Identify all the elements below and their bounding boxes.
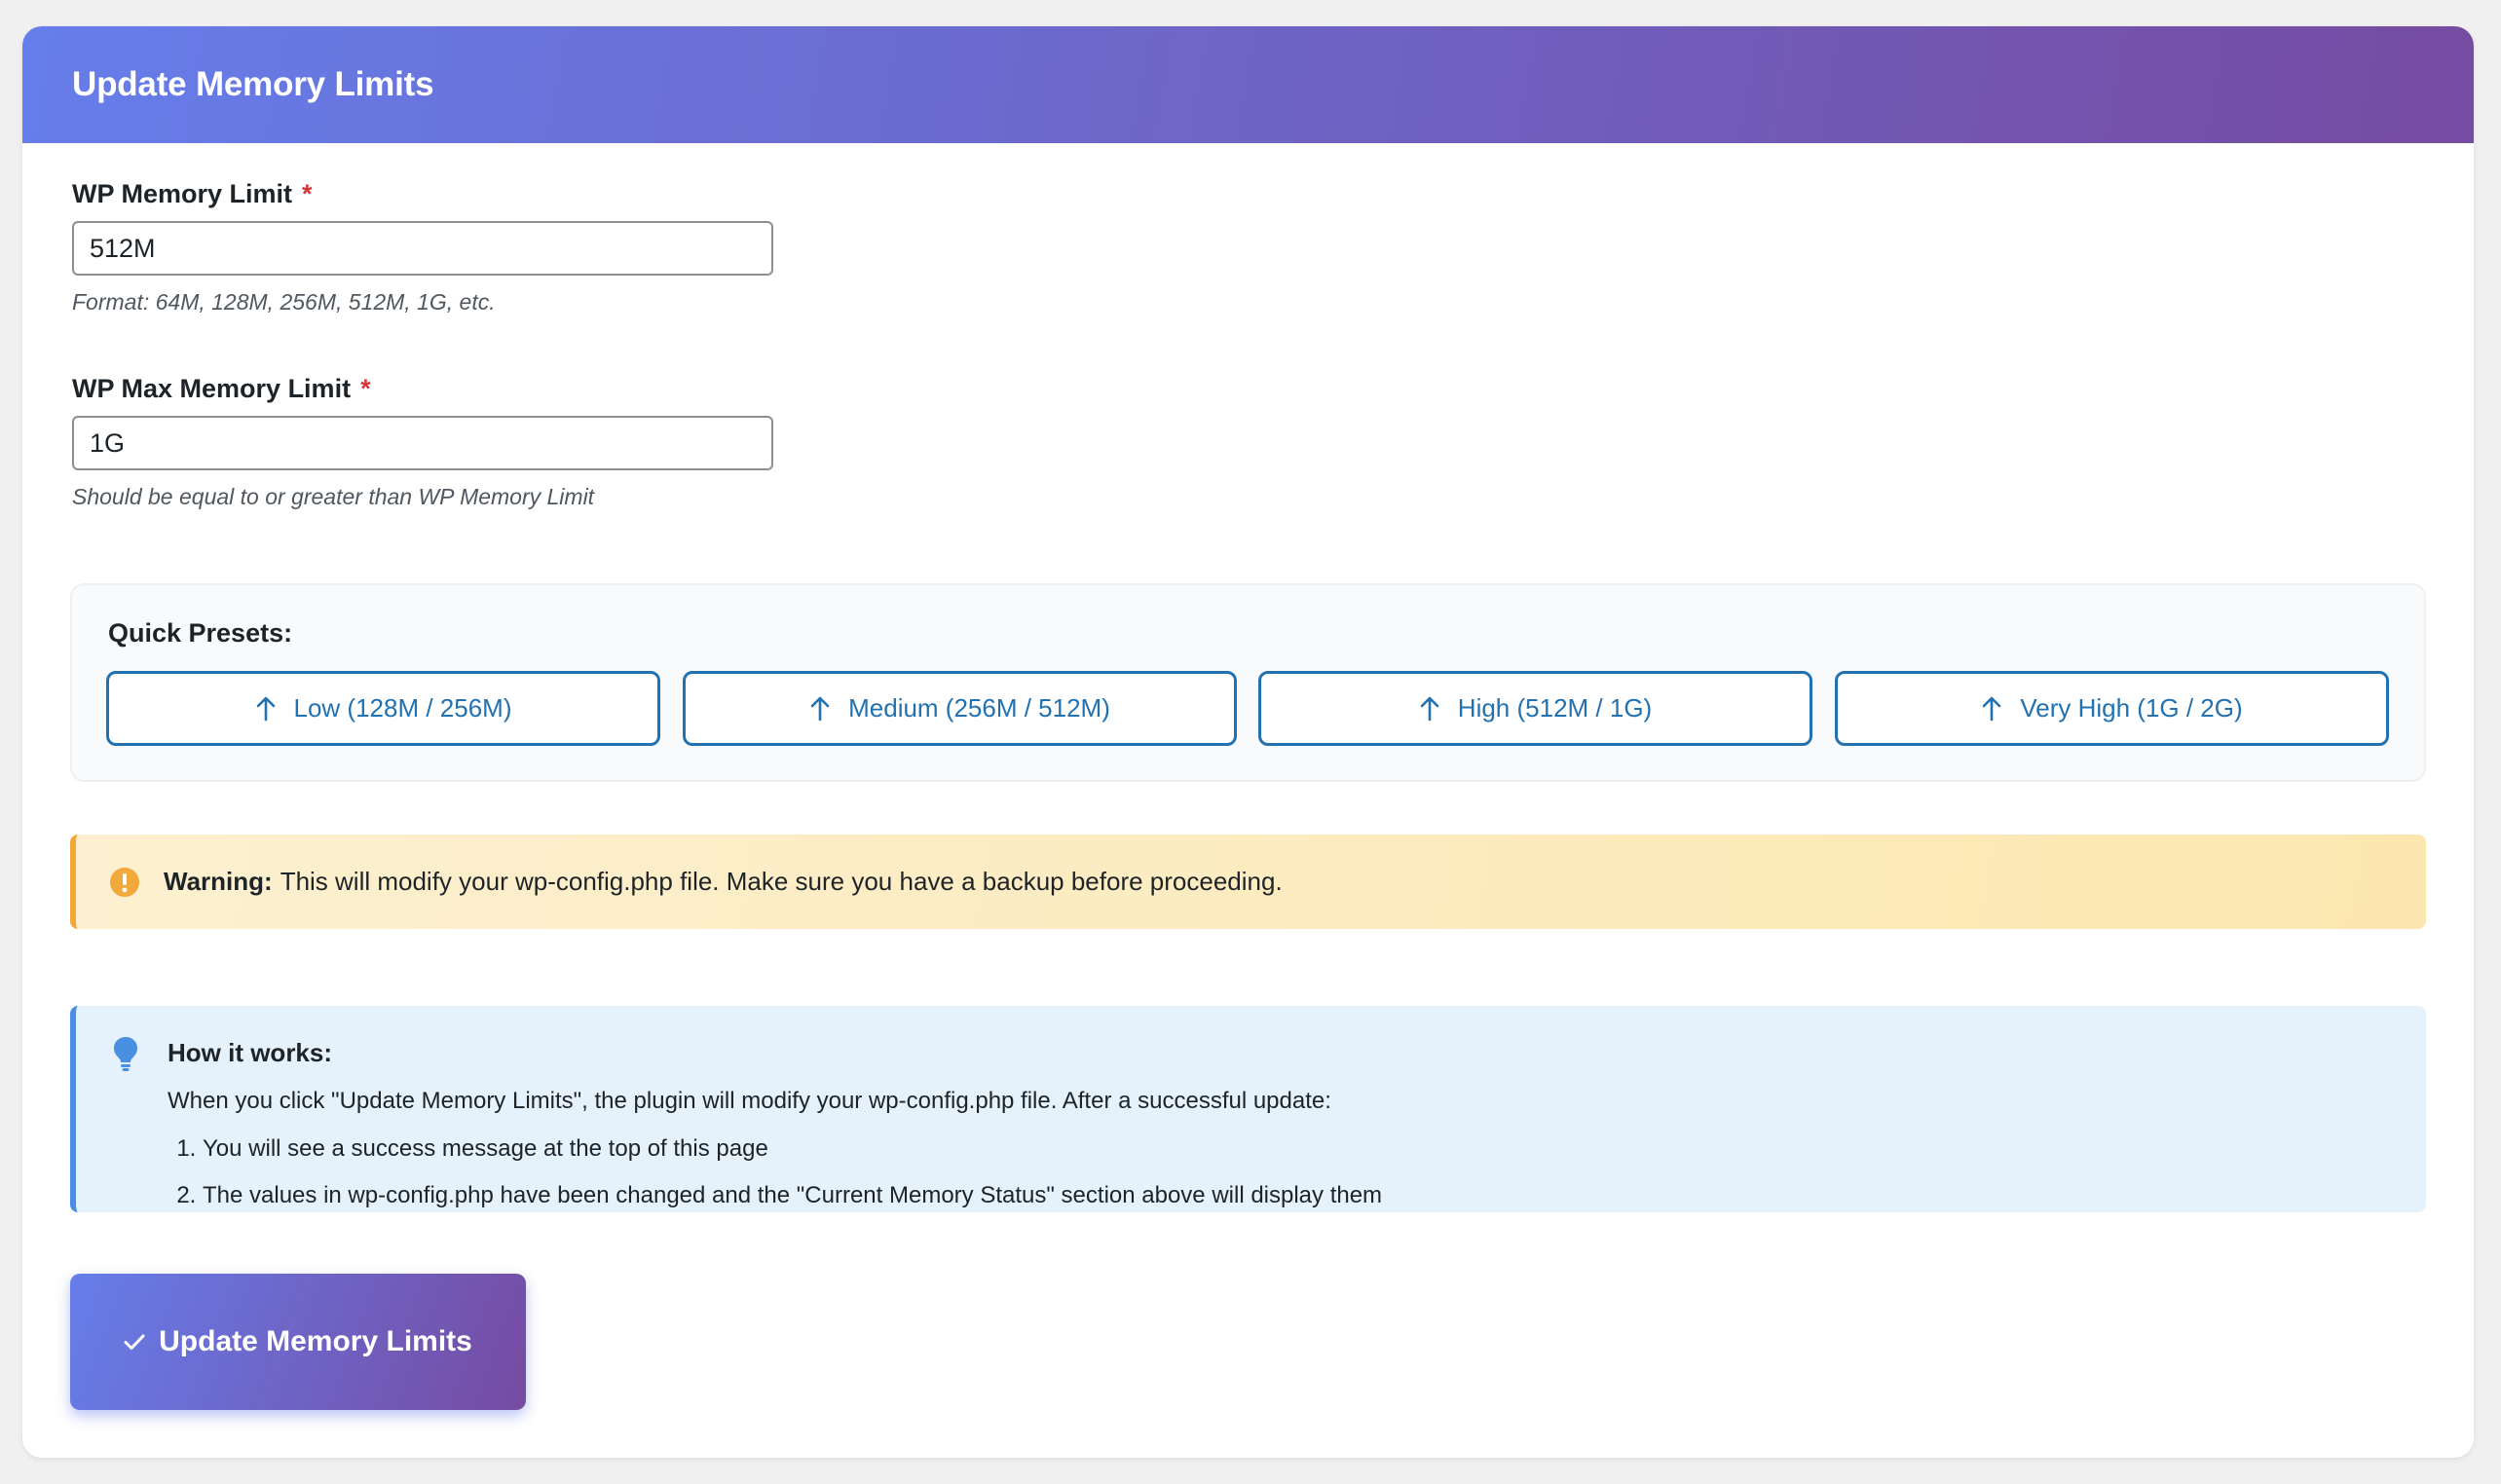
preset-high-label: High (512M / 1G): [1457, 693, 1653, 723]
list-item: You will see a success message at the to…: [203, 1126, 1382, 1172]
arrow-up-icon: [256, 696, 275, 721]
warning-label: Warning:: [164, 867, 273, 896]
warning-icon: [109, 867, 140, 898]
quick-presets-panel: Quick Presets: Low (128M / 256M) Medium …: [70, 583, 2426, 782]
arrow-up-icon: [1983, 696, 2001, 721]
preset-very-high-button[interactable]: Very High (1G / 2G): [1835, 671, 2389, 746]
wp-max-memory-limit-label-text: WP Max Memory Limit: [72, 374, 352, 403]
wp-memory-limit-label: WP Memory Limit *: [72, 179, 313, 209]
required-mark: *: [360, 374, 371, 403]
wp-max-memory-limit-input[interactable]: [72, 416, 773, 470]
arrow-up-icon: [810, 696, 830, 721]
checkmark-icon: [124, 1334, 145, 1350]
wp-max-memory-limit-label: WP Max Memory Limit *: [72, 374, 371, 404]
warning-text: This will modify your wp-config.php file…: [280, 867, 1283, 896]
wp-memory-limit-label-text: WP Memory Limit: [72, 179, 293, 208]
update-memory-limits-button[interactable]: Update Memory Limits: [70, 1274, 526, 1410]
quick-presets-title: Quick Presets:: [108, 618, 293, 648]
card-title: Update Memory Limits: [72, 65, 434, 103]
preset-low-button[interactable]: Low (128M / 256M): [106, 671, 660, 746]
wp-max-memory-limit-hint: Should be equal to or greater than WP Me…: [72, 484, 595, 509]
memory-limits-card: Update Memory Limits WP Memory Limit * Fo…: [22, 26, 2474, 1458]
how-it-works-text: When you click "Update Memory Limits", t…: [168, 1088, 1331, 1114]
wp-memory-limit-hint: Format: 64M, 128M, 256M, 512M, 1G, etc.: [72, 289, 496, 315]
list-item: The values in wp-config.php have been ch…: [203, 1172, 1382, 1219]
preset-medium-button[interactable]: Medium (256M / 512M): [683, 671, 1237, 746]
how-it-works-notice: How it works: When you click "Update Mem…: [70, 1006, 2426, 1212]
required-mark: *: [302, 179, 313, 208]
arrow-up-icon: [1420, 696, 1439, 721]
preset-very-high-label: Very High (1G / 2G): [2020, 693, 2243, 723]
warning-notice: Warning: This will modify your wp-config…: [70, 835, 2426, 929]
wp-memory-limit-input[interactable]: [72, 221, 773, 276]
preset-low-label: Low (128M / 256M): [293, 693, 512, 723]
update-memory-limits-label: Update Memory Limits: [159, 1325, 472, 1357]
how-it-works-title: How it works:: [168, 1038, 333, 1067]
preset-high-button[interactable]: High (512M / 1G): [1258, 671, 1812, 746]
card-header: Update Memory Limits: [22, 26, 2474, 143]
how-it-works-steps: You will see a success message at the to…: [168, 1126, 1382, 1219]
lightbulb-icon: [111, 1035, 140, 1072]
preset-medium-label: Medium (256M / 512M): [848, 693, 1110, 723]
